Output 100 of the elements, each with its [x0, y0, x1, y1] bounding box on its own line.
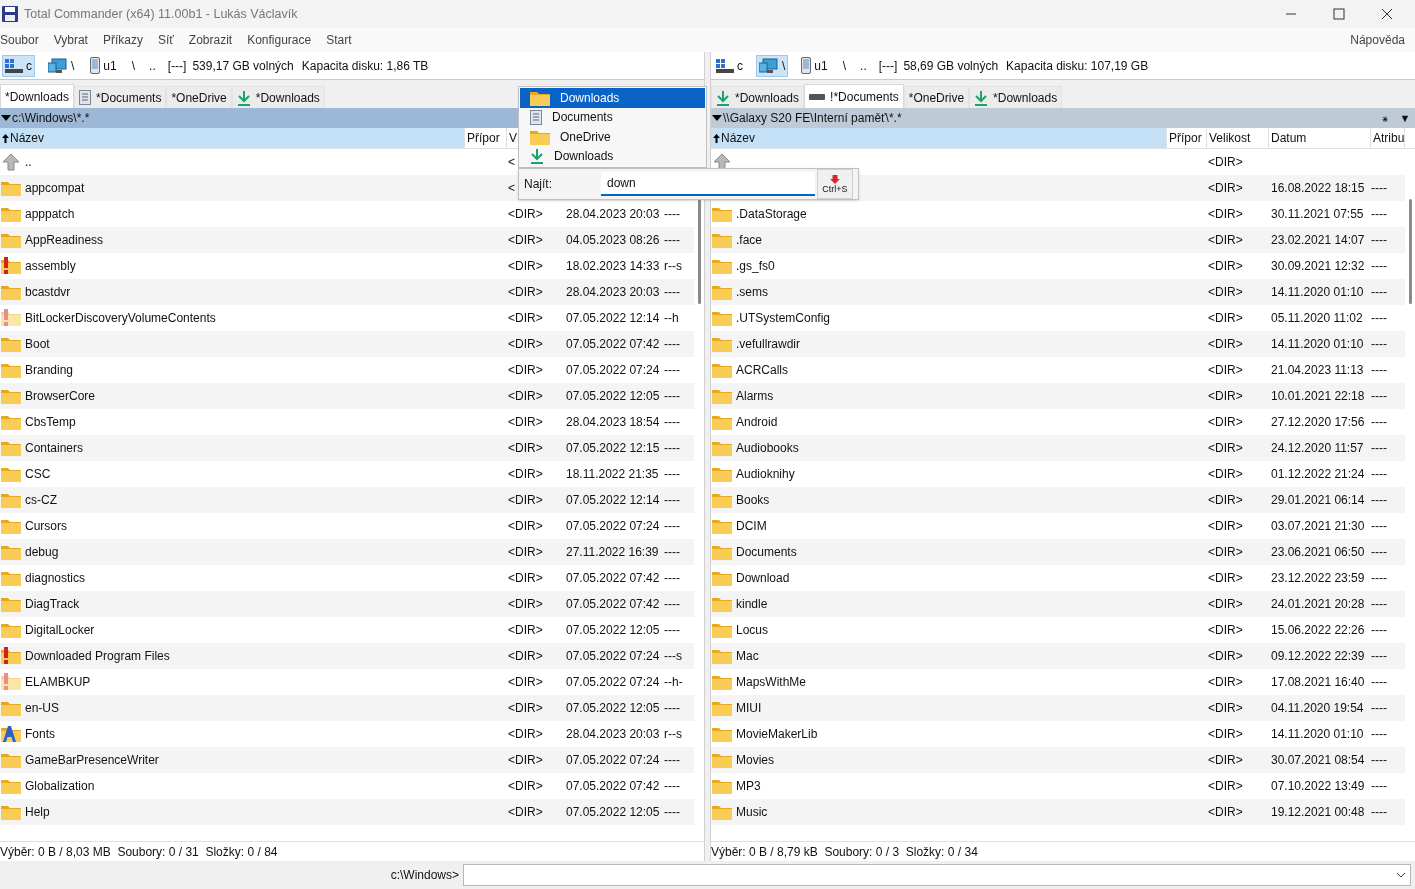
- file-row[interactable]: .vefullrawdir <DIR> 14.11.2020 01:10 ----: [711, 331, 1405, 357]
- phone-icon: [801, 57, 812, 74]
- file-name: .sems: [736, 284, 768, 301]
- menu-item[interactable]: Konfigurace: [247, 31, 312, 49]
- file-date: 07.05.2022 07:42: [566, 337, 660, 351]
- file-row[interactable]: Music <DIR> 19.12.2021 00:48 ----: [711, 799, 1405, 825]
- parent-button[interactable]: ..: [147, 56, 158, 75]
- drive-button[interactable]: u1: [798, 54, 831, 77]
- column-header[interactable]: Přípor: [1167, 128, 1207, 148]
- menu-item[interactable]: Síť: [157, 31, 174, 49]
- popup-item[interactable]: OneDrive: [520, 127, 705, 147]
- column-header[interactable]: Atribu: [1371, 128, 1405, 148]
- column-header[interactable]: Název: [711, 128, 1167, 148]
- menu-item[interactable]: Příkazy: [102, 31, 143, 49]
- folder-icon: [712, 778, 732, 794]
- file-row[interactable]: debug <DIR> 27.11.2022 16:39 ----: [0, 539, 694, 565]
- drive-button[interactable]: c: [713, 54, 746, 77]
- folder-warning-icon: [1, 647, 21, 665]
- file-row[interactable]: MIUI <DIR> 04.11.2020 19:54 ----: [711, 695, 1405, 721]
- file-row[interactable]: AppReadiness <DIR> 04.05.2023 08:26 ----: [0, 227, 694, 253]
- file-row[interactable]: DiagTrack <DIR> 07.05.2022 07:42 ----: [0, 591, 694, 617]
- close-icon[interactable]: [1381, 8, 1393, 20]
- menu-item[interactable]: Vybrat: [53, 31, 88, 49]
- find-field[interactable]: down: [601, 172, 815, 196]
- file-size: <DIR>: [508, 337, 543, 351]
- file-row[interactable]: Audiobooks <DIR> 24.12.2020 11:57 ----: [711, 435, 1405, 461]
- file-size: <DIR>: [1208, 415, 1243, 429]
- popup-item[interactable]: Documents: [520, 107, 705, 127]
- file-row[interactable]: .face <DIR> 23.02.2021 14:07 ----: [711, 227, 1405, 253]
- menu-item[interactable]: Soubor: [0, 31, 39, 49]
- file-row[interactable]: .sems <DIR> 14.11.2020 01:10 ----: [711, 279, 1405, 305]
- panel-splitter[interactable]: [704, 52, 711, 861]
- folder-tab[interactable]: *OneDrive: [903, 86, 970, 108]
- file-date: 27.11.2022 16:39: [566, 545, 659, 559]
- folder-icon: [1, 700, 21, 716]
- file-row[interactable]: en-US <DIR> 07.05.2022 12:05 ----: [0, 695, 694, 721]
- popup-item[interactable]: Downloads: [520, 88, 705, 108]
- file-row[interactable]: Movies <DIR> 30.07.2021 08:54 ----: [711, 747, 1405, 773]
- file-row[interactable]: bcastdvr <DIR> 28.04.2023 20:03 ----: [0, 279, 694, 305]
- file-size: <DIR>: [508, 285, 543, 299]
- path-menu-button[interactable]: ⁕: [1375, 109, 1395, 127]
- drive-button[interactable]: \: [756, 54, 789, 77]
- file-row[interactable]: GameBarPresenceWriter <DIR> 07.05.2022 07:24 ----: [0, 747, 694, 773]
- folder-tab[interactable]: *Downloads: [0, 84, 75, 108]
- path-menu-button[interactable]: ▼: [1395, 109, 1415, 127]
- folder-tab[interactable]: *Downloads: [969, 86, 1063, 108]
- file-row[interactable]: Documents <DIR> 23.06.2021 06:50 ----: [711, 539, 1405, 565]
- file-row[interactable]: cs-CZ <DIR> 07.05.2022 12:14 ----: [0, 487, 694, 513]
- file-row[interactable]: BrowserCore <DIR> 07.05.2022 12:05 ----: [0, 383, 694, 409]
- file-size: <DIR>: [1208, 571, 1243, 585]
- file-size: <DIR>: [1208, 181, 1243, 195]
- file-attributes: ----: [1371, 701, 1387, 715]
- file-name: Cursors: [25, 518, 67, 535]
- volume-label: [---]: [167, 57, 187, 75]
- file-row[interactable]: kindle <DIR> 24.01.2021 20:28 ----: [711, 591, 1405, 617]
- file-row[interactable]: Alarms <DIR> 10.01.2021 22:18 ----: [711, 383, 1405, 409]
- file-row[interactable]: Boot <DIR> 07.05.2022 07:42 ----: [0, 331, 694, 357]
- drive-button[interactable]: u1: [87, 54, 120, 77]
- menu-item[interactable]: Start: [326, 31, 352, 49]
- root-button[interactable]: \: [129, 56, 138, 75]
- column-header[interactable]: Datum: [1269, 128, 1371, 148]
- file-size: <DIR>: [508, 779, 543, 793]
- shortcut-button[interactable]: Ctrl+S: [817, 169, 853, 199]
- file-date: 30.11.2021 07:55: [1271, 207, 1364, 221]
- file-name: .DataStorage: [736, 206, 807, 223]
- maximize-icon[interactable]: [1333, 8, 1345, 20]
- file-attributes: ----: [1371, 623, 1387, 637]
- file-date: 07.05.2022 07:24: [566, 649, 660, 663]
- menu-item[interactable]: Zobrazit: [188, 31, 233, 49]
- column-header[interactable]: Velikost: [1207, 128, 1269, 148]
- document-icon: [79, 90, 92, 105]
- file-date: 18.11.2022 21:35: [566, 467, 659, 481]
- file-row[interactable]: Books <DIR> 29.01.2021 06:14 ----: [711, 487, 1405, 513]
- drive-button[interactable]: \: [45, 54, 78, 77]
- file-attributes: ----: [664, 285, 680, 299]
- file-row[interactable]: Downloaded Program Files <DIR> 07.05.2022 07:24 ---s: [0, 643, 694, 669]
- file-name: .face: [736, 232, 762, 249]
- folder-tab[interactable]: *Downloads: [711, 86, 805, 108]
- help-menu[interactable]: Nápověda: [1350, 31, 1405, 49]
- file-attributes: ----: [664, 597, 680, 611]
- folder-icon: [712, 310, 732, 326]
- folder-icon: [712, 726, 732, 742]
- folder-tab[interactable]: *Documents: [74, 86, 167, 108]
- column-header[interactable]: Přípor: [465, 128, 507, 148]
- command-field[interactable]: [463, 864, 1411, 886]
- folder-tab[interactable]: *OneDrive: [166, 86, 232, 108]
- file-attributes: ----: [1371, 259, 1387, 273]
- parent-button[interactable]: ..: [858, 56, 869, 75]
- file-attributes: ----: [664, 467, 680, 481]
- column-header[interactable]: Název: [0, 128, 465, 148]
- folder-icon: [1, 206, 21, 222]
- folder-icon: [1, 336, 21, 352]
- file-row[interactable]: Help <DIR> 07.05.2022 12:05 ----: [0, 799, 694, 825]
- root-button[interactable]: \: [840, 56, 849, 75]
- file-row[interactable]: Mac <DIR> 09.12.2022 22:39 ----: [711, 643, 1405, 669]
- drive-button[interactable]: c: [2, 54, 35, 77]
- file-row[interactable]: Containers <DIR> 07.05.2022 12:15 ----: [0, 435, 694, 461]
- file-date: 07.05.2022 07:42: [566, 597, 660, 611]
- folder-tab[interactable]: !*Documents: [804, 84, 904, 108]
- folder-tab[interactable]: *Downloads: [231, 86, 325, 108]
